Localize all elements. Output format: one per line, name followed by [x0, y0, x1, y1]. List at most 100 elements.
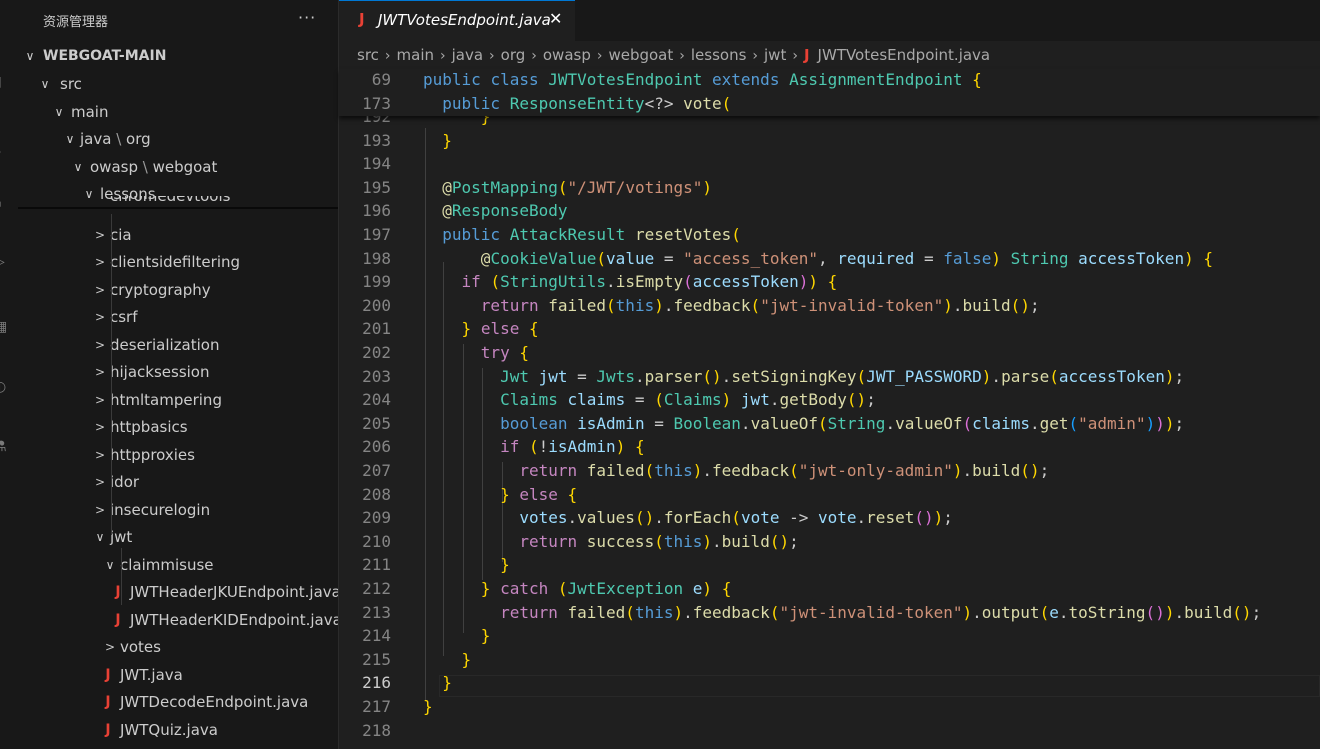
- testing-icon[interactable]: ⚗: [0, 440, 8, 454]
- more-actions-icon[interactable]: ···: [298, 8, 316, 27]
- chevron-right-icon[interactable]: >: [93, 360, 107, 384]
- close-icon[interactable]: ✕: [549, 9, 562, 28]
- code-line[interactable]: 202 try {: [339, 341, 1320, 365]
- folder-item[interactable]: > insecurelogin: [18, 498, 338, 522]
- code-line[interactable]: 199 if (StringUtils.isEmpty(accessToken)…: [339, 270, 1320, 294]
- code-line[interactable]: 218: [339, 719, 1320, 743]
- chevron-down-icon[interactable]: ∨: [38, 72, 52, 96]
- folder-item[interactable]: ∨ jwt: [18, 525, 338, 549]
- java-file-icon: J: [105, 694, 111, 710]
- folder-item[interactable]: ∨ claimmisuse: [18, 553, 338, 577]
- chevron-down-icon[interactable]: ∨: [63, 127, 77, 151]
- breadcrumb-item[interactable]: main: [397, 46, 434, 64]
- code-line[interactable]: 201 } else {: [339, 317, 1320, 341]
- folder-item[interactable]: > csrf: [18, 305, 338, 329]
- breadcrumb-item[interactable]: java: [452, 46, 483, 64]
- search-icon[interactable]: ⌕: [0, 145, 8, 159]
- chevron-down-icon[interactable]: ∨: [93, 525, 107, 549]
- explorer-icon[interactable]: ▯: [0, 75, 8, 89]
- code-line[interactable]: 216 }: [339, 671, 1320, 695]
- remote-icon[interactable]: ◐: [0, 380, 8, 394]
- chevron-right-icon[interactable]: >: [103, 635, 117, 659]
- code-line[interactable]: 217}: [339, 695, 1320, 719]
- code-line[interactable]: 214 }: [339, 624, 1320, 648]
- folder-item[interactable]: > idor: [18, 470, 338, 494]
- chevron-right-icon: ›: [752, 48, 759, 64]
- file-item[interactable]: J JWT.java: [18, 663, 338, 687]
- extensions-icon[interactable]: ▦: [0, 320, 8, 334]
- breadcrumb-item[interactable]: jwt: [764, 46, 786, 64]
- code-line[interactable]: 213 return failed(this).feedback("jwt-in…: [339, 601, 1320, 625]
- chevron-down-icon[interactable]: ∨: [52, 100, 66, 124]
- code-line[interactable]: 211 }: [339, 553, 1320, 577]
- file-item[interactable]: J JWTDecodeEndpoint.java: [18, 690, 338, 714]
- code-line[interactable]: 206 if (!isAdmin) {: [339, 435, 1320, 459]
- java-file-icon: J: [115, 612, 121, 628]
- folder-item[interactable]: > htmltampering: [18, 388, 338, 412]
- file-item[interactable]: J JWTHeaderKIDEndpoint.java: [18, 608, 338, 632]
- breadcrumb-item[interactable]: src: [357, 46, 379, 64]
- folder-item[interactable]: > deserialization: [18, 333, 338, 357]
- chevron-right-icon[interactable]: >: [93, 278, 107, 302]
- code-line[interactable]: 203 Jwt jwt = Jwts.parser().setSigningKe…: [339, 365, 1320, 389]
- code-line[interactable]: 209 votes.values().forEach(vote -> vote.…: [339, 506, 1320, 530]
- folder-item[interactable]: > cia: [18, 223, 338, 247]
- chevron-right-icon[interactable]: >: [93, 498, 107, 522]
- code-line[interactable]: 205 boolean isAdmin = Boolean.valueOf(St…: [339, 412, 1320, 436]
- folder-item[interactable]: > votes: [18, 635, 338, 659]
- code-line[interactable]: 200 return failed(this).feedback("jwt-in…: [339, 294, 1320, 318]
- chevron-right-icon[interactable]: >: [93, 443, 107, 467]
- chevron-right-icon[interactable]: >: [93, 388, 107, 412]
- folder-item[interactable]: > httpproxies: [18, 443, 338, 467]
- code-line[interactable]: 196 @ResponseBody: [339, 199, 1320, 223]
- code-line[interactable]: 210 return success(this).build();: [339, 530, 1320, 554]
- code-line[interactable]: 195 @PostMapping("/JWT/votings"): [339, 176, 1320, 200]
- folder-item[interactable]: ∨ owasp \ webgoat: [18, 155, 338, 179]
- file-item[interactable]: J JWTHeaderJKUEndpoint.java: [18, 580, 338, 604]
- chevron-down-icon[interactable]: ∨: [103, 553, 117, 577]
- code-line[interactable]: 207 return failed(this).feedback("jwt-on…: [339, 459, 1320, 483]
- breadcrumb-item[interactable]: owasp: [543, 46, 591, 64]
- code-line[interactable]: 212 } catch (JwtException e) {: [339, 577, 1320, 601]
- chevron-down-icon[interactable]: ∨: [23, 44, 37, 68]
- chevron-right-icon: ›: [384, 48, 391, 64]
- folder-item[interactable]: ∨ src: [18, 72, 338, 96]
- code-text: Jwt jwt = Jwts.parser().setSigningKey(JW…: [500, 366, 1185, 386]
- source-control-icon[interactable]: ⑂: [0, 200, 8, 214]
- chevron-right-icon[interactable]: >: [93, 223, 107, 247]
- folder-item[interactable]: ∨ java \ org: [18, 127, 338, 151]
- run-debug-icon[interactable]: ▷: [0, 255, 8, 269]
- breadcrumb-file[interactable]: JWTVotesEndpoint.java: [818, 46, 991, 64]
- folder-item[interactable]: > httpbasics: [18, 415, 338, 439]
- chevron-right-icon[interactable]: >: [93, 250, 107, 274]
- chevron-right-icon[interactable]: >: [93, 470, 107, 494]
- folder-item[interactable]: > hijacksession: [18, 360, 338, 384]
- code-line[interactable]: 215 }: [339, 648, 1320, 672]
- folder-item[interactable]: > cryptography: [18, 278, 338, 302]
- code-line[interactable]: 193 }: [339, 129, 1320, 153]
- tab-jwtvotesendpoint[interactable]: J JWTVotesEndpoint.java ✕: [339, 0, 575, 41]
- chevron-right-icon[interactable]: >: [93, 333, 107, 357]
- code-line[interactable]: 69 public class JWTVotesEndpoint extends …: [339, 68, 1320, 92]
- chevron-down-icon[interactable]: ∨: [71, 155, 85, 179]
- code-line[interactable]: 204 Claims claims = (Claims) jwt.getBody…: [339, 388, 1320, 412]
- code-line[interactable]: 197 public AttackResult resetVotes(: [339, 223, 1320, 247]
- java-file-icon: J: [803, 46, 810, 64]
- tree-item-label: src: [60, 75, 82, 93]
- breadcrumb-item[interactable]: lessons: [691, 46, 747, 64]
- code-line[interactable]: 194: [339, 152, 1320, 176]
- code-line[interactable]: 208 } else {: [339, 483, 1320, 507]
- breadcrumb-item[interactable]: org: [501, 46, 526, 64]
- folder-item[interactable]: ∨ WEBGOAT-MAIN: [18, 44, 338, 68]
- code-text: boolean isAdmin = Boolean.valueOf(String…: [500, 413, 1185, 433]
- code-line[interactable]: 198 @CookieValue(value = "access_token",…: [339, 247, 1320, 271]
- breadcrumb-item[interactable]: webgoat: [608, 46, 673, 64]
- folder-item[interactable]: ∨ main: [18, 100, 338, 124]
- file-item[interactable]: J JWTQuiz.java: [18, 718, 338, 742]
- code-line[interactable]: 173 public ResponseEntity<?> vote(: [339, 92, 1320, 116]
- chevron-right-icon[interactable]: >: [93, 415, 107, 439]
- line-number: 205: [362, 413, 391, 433]
- chevron-right-icon[interactable]: >: [93, 305, 107, 329]
- tree-item-label: htmltampering: [110, 391, 222, 409]
- folder-item[interactable]: > clientsidefiltering: [18, 250, 338, 274]
